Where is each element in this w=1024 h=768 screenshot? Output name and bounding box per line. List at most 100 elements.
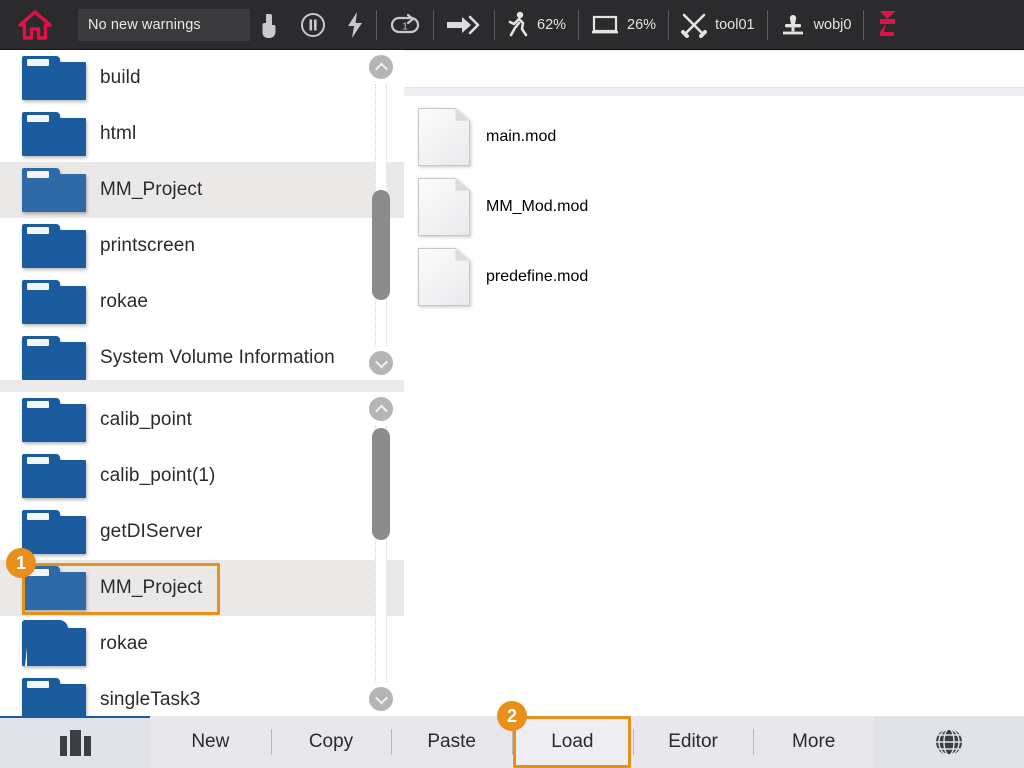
workobject-status[interactable]: wobj0 [770,0,862,50]
svg-text:1: 1 [402,21,408,32]
editor-button[interactable]: Editor [633,716,754,768]
power-bolt-button[interactable] [336,0,374,50]
list-item-selected[interactable]: MM_Project [0,560,404,616]
folder-icon [22,56,86,100]
folder-open-icon [22,622,86,666]
scrollbar-thumb[interactable] [372,190,390,300]
scroll-down-button[interactable] [369,351,393,375]
pause-button[interactable] [290,0,336,50]
file-panel-header-strip [404,88,1024,96]
list-item-label: printscreen [100,235,195,257]
scrollbar-thumb[interactable] [372,428,390,540]
list-item-label: MM_Project [100,577,202,599]
loop-once-button[interactable]: 1 [379,0,431,50]
lightning-bolt-icon [346,11,364,39]
list-item-label: html [100,123,136,145]
list-item[interactable]: calib_point [0,392,404,448]
robot-brand-button[interactable] [866,8,910,42]
toolbar-divider [376,10,377,40]
paste-button[interactable]: Paste [391,716,512,768]
loop-once-icon: 1 [389,13,421,37]
copy-button-label: Copy [309,731,353,753]
list-item[interactable]: rokae [0,274,404,330]
file-item[interactable]: MM_Mod.mod [404,172,1024,242]
scrollbar-upper[interactable] [364,50,398,380]
folder-icon [22,454,86,498]
hand-pointer-icon [260,12,280,38]
list-item[interactable]: System Volume Information [0,330,404,380]
list-item[interactable]: html [0,106,404,162]
step-forward-button[interactable] [436,0,492,50]
screen-value: 26% [627,17,656,33]
list-item-label: rokae [100,291,148,313]
list-item[interactable]: rokae [0,616,404,672]
list-item-label: getDIServer [100,521,202,543]
panel-columns-icon [60,730,91,756]
globe-icon [932,725,966,759]
folder-icon [22,168,86,212]
folder-list-lower[interactable]: calib_point calib_point(1) getDIServer M… [0,392,404,716]
document-icon [418,248,470,306]
more-button-label: More [792,731,835,753]
scroll-up-button[interactable] [369,55,393,79]
folder-icon [22,510,86,554]
toolbar-divider [494,10,495,40]
load-button-label: Load [551,731,593,753]
load-button[interactable]: Load [512,716,633,768]
warning-text: No new warnings [88,17,201,33]
document-icon [418,108,470,166]
tool-value: tool01 [715,17,755,33]
hand-pointer-button[interactable] [250,0,290,50]
list-item[interactable]: printscreen [0,218,404,274]
list-item[interactable]: MM_Project [0,162,404,218]
tool-status[interactable]: tool01 [671,0,765,50]
paste-button-label: Paste [427,731,476,753]
list-item-label: build [100,67,141,89]
home-button[interactable] [0,0,70,50]
annotation-badge-1: 1 [6,548,36,578]
list-item[interactable]: calib_point(1) [0,448,404,504]
panel-layout-button[interactable] [0,716,150,768]
copy-button[interactable]: Copy [271,716,392,768]
warning-message-box[interactable]: No new warnings [78,9,250,41]
file-panel-header [404,50,1024,88]
file-item[interactable]: main.mod [404,102,1024,172]
scroll-down-button[interactable] [369,687,393,711]
new-button-label: New [191,731,229,753]
list-item[interactable]: singleTask3 [0,672,404,716]
list-item[interactable]: build [0,50,404,106]
folder-icon [22,678,86,716]
home-icon [18,9,52,41]
list-item-label: singleTask3 [100,689,200,711]
toolbar-divider [767,10,768,40]
panel-divider [0,380,404,392]
tools-icon [681,12,707,38]
file-item-label: predefine.mod [486,268,588,286]
list-item[interactable]: getDIServer [0,504,404,560]
editor-button-label: Editor [668,731,718,753]
list-item-label: System Volume Information [100,347,335,369]
folder-icon [22,224,86,268]
file-list[interactable]: main.mod MM_Mod.mod predefine.mod [404,96,1024,312]
step-forward-icon [446,14,482,36]
screen-status[interactable]: 26% [581,0,666,50]
toolbar-divider [863,10,864,40]
speed-value: 62% [537,17,566,33]
scrollbar-lower[interactable] [364,392,398,716]
file-item[interactable]: predefine.mod [404,242,1024,312]
teach-pendant-screen: No new warnings 1 [0,0,1024,768]
folder-list-upper[interactable]: build html MM_Project printscreen [0,50,404,380]
folder-browser-column: build html MM_Project printscreen [0,50,404,716]
language-button[interactable] [874,716,1024,768]
speed-status[interactable]: 62% [497,0,576,50]
list-item-label: MM_Project [100,179,202,201]
folder-icon [22,112,86,156]
folder-icon [22,280,86,324]
new-button[interactable]: New [150,716,271,768]
list-item-label: calib_point [100,409,192,431]
scroll-up-button[interactable] [369,397,393,421]
more-button[interactable]: More [753,716,874,768]
list-item-label: rokae [100,633,148,655]
document-icon [418,178,470,236]
top-status-bar: No new warnings 1 [0,0,1024,50]
